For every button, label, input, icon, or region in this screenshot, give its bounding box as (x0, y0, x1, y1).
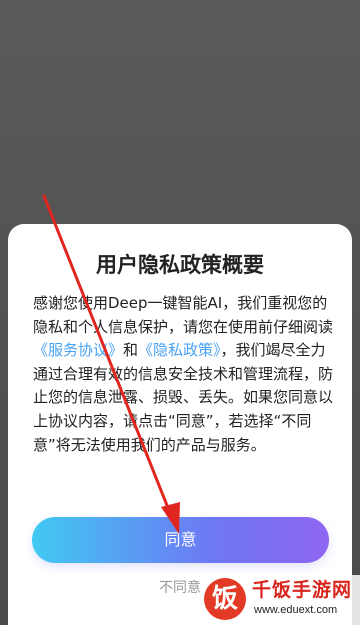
watermark-logo: 饭 (204, 578, 246, 620)
privacy-policy-dialog: 用户隐私政策概要 感谢您使用Deep一键智能AI，我们重视您的隐私和个人信息保护… (8, 224, 352, 625)
watermark-url: www.eduext.com (254, 604, 338, 616)
watermark-title: 千饭手游网 (252, 579, 353, 601)
dialog-title: 用户隐私政策概要 (96, 253, 264, 277)
privacy-policy-link[interactable]: 《隐私政策》 (138, 341, 221, 359)
site-watermark: 饭 千饭手游网 www.eduext.com (200, 575, 360, 625)
service-agreement-link[interactable]: 《服务协议》 (33, 341, 123, 359)
dialog-body-text: 感谢您使用Deep一键智能AI，我们重视您的隐私和个人信息保护，请您在使用前仔细… (33, 292, 333, 457)
body-text-connector: 和 (123, 341, 139, 360)
agree-button[interactable]: 同意 (32, 517, 329, 563)
body-text-intro: 感谢您使用Deep一键智能AI，我们重视您的隐私和个人信息保护，请您在使用前仔细… (33, 294, 334, 336)
